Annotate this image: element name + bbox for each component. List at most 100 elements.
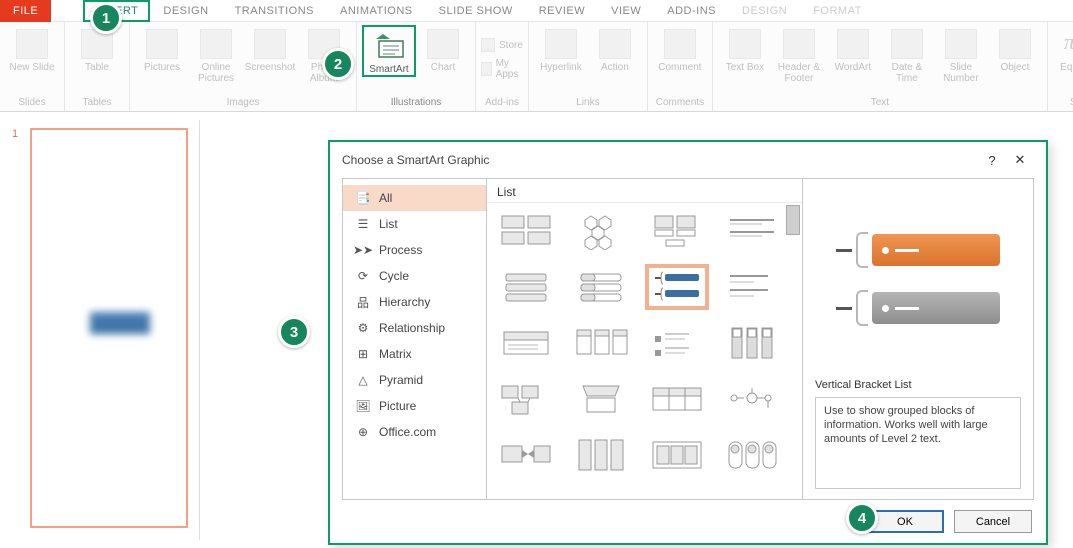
layout-segmented[interactable] (723, 379, 781, 419)
tab-addins[interactable]: ADD-INS (654, 0, 729, 22)
wordart-button[interactable]: WordArt (826, 25, 880, 73)
gallery: List (487, 179, 803, 499)
layout-opposing-arrows[interactable] (497, 435, 555, 475)
cat-hierarchy[interactable]: 品Hierarchy (343, 289, 486, 315)
header-footer-button[interactable]: Header & Footer (772, 25, 826, 84)
relationship-icon: ⚙ (355, 320, 371, 336)
smartart-icon (373, 31, 405, 61)
cycle-icon: ⟳ (355, 268, 371, 284)
help-button[interactable]: ? (978, 153, 1006, 168)
online-pictures-button[interactable]: Online Pictures (189, 25, 243, 84)
pictures-button[interactable]: Pictures (135, 25, 189, 73)
cat-matrix[interactable]: ⊞Matrix (343, 341, 486, 367)
layout-basic-block[interactable] (497, 211, 555, 251)
slide-thumbnail-rail: 1 (0, 120, 200, 540)
tab-format-contextual[interactable]: FORMAT (800, 0, 875, 22)
cat-pyramid[interactable]: △Pyramid (343, 367, 486, 393)
hyperlink-button[interactable]: Hyperlink (534, 25, 588, 73)
cat-cycle[interactable]: ⟳Cycle (343, 263, 486, 289)
cat-office[interactable]: ⊕Office.com (343, 419, 486, 445)
cat-list[interactable]: ☰List (343, 211, 486, 237)
tab-design-contextual[interactable]: DESIGN (729, 0, 800, 22)
group-label-links: Links (576, 97, 599, 111)
comment-button[interactable]: Comment (653, 25, 707, 73)
layout-bending-picture[interactable] (497, 379, 555, 419)
smartart-dialog: Choose a SmartArt Graphic ? ✕ 📑All ☰List… (328, 140, 1048, 545)
dialog-titlebar: Choose a SmartArt Graphic ? ✕ (330, 142, 1046, 178)
object-icon (999, 29, 1031, 59)
tab-transitions[interactable]: TRANSITIONS (222, 0, 327, 22)
layout-vertical-box[interactable] (497, 267, 555, 307)
cat-relationship[interactable]: ⚙Relationship (343, 315, 486, 341)
layout-tab-list[interactable] (572, 267, 630, 307)
table-button[interactable]: Table (70, 25, 124, 73)
dialog-title: Choose a SmartArt Graphic (342, 153, 489, 167)
slide-content-preview (90, 312, 150, 334)
tab-design[interactable]: DESIGN (150, 0, 221, 22)
tab-review[interactable]: REVIEW (526, 0, 598, 22)
preview-dash-icon (836, 307, 852, 310)
slidenumber-button[interactable]: Slide Number (934, 25, 988, 84)
preview-description: Use to show grouped blocks of informatio… (815, 397, 1021, 489)
screenshot-icon (254, 29, 286, 59)
comment-icon (664, 29, 696, 59)
ok-button[interactable]: OK (866, 510, 944, 533)
chart-button[interactable]: Chart (416, 25, 470, 73)
object-button[interactable]: Object (988, 25, 1042, 73)
layout-vertical-bracket-list[interactable] (648, 267, 706, 307)
hyperlink-icon (545, 29, 577, 59)
ribbon: New Slide Slides Table Tables Pictures O… (0, 22, 1073, 112)
group-label-illustrations: Illustrations (391, 97, 442, 111)
layout-hexagon[interactable] (572, 211, 630, 251)
action-button[interactable]: Action (588, 25, 642, 73)
gallery-scroll[interactable] (487, 203, 802, 499)
group-label-addins: Add-ins (485, 97, 519, 111)
layout-trapezoid[interactable] (572, 379, 630, 419)
group-slides: New Slide Slides (0, 22, 65, 111)
tab-animations[interactable]: ANIMATIONS (327, 0, 426, 22)
cat-picture[interactable]: 🖼Picture (343, 393, 486, 419)
smartart-button[interactable]: SmartArt (362, 25, 416, 77)
cancel-button[interactable]: Cancel (954, 510, 1032, 533)
screenshot-button[interactable]: Screenshot (243, 25, 297, 73)
slide-thumbnail[interactable] (30, 128, 188, 528)
layout-pill[interactable] (723, 435, 781, 475)
hierarchy-icon: 品 (355, 294, 371, 310)
group-illustrations: SmartArt Chart Illustrations (357, 22, 476, 111)
tab-view[interactable]: VIEW (598, 0, 654, 22)
datetime-button[interactable]: Date & Time (880, 25, 934, 84)
new-slide-button[interactable]: New Slide (5, 25, 59, 73)
equation-button[interactable]: πEquation (1053, 25, 1073, 73)
layout-vertical-block[interactable] (572, 435, 630, 475)
layout-vertical-picture[interactable] (723, 323, 781, 363)
layout-lined-list[interactable] (723, 211, 781, 251)
matrix-icon: ⊞ (355, 346, 371, 362)
cat-process[interactable]: ➤➤Process (343, 237, 486, 263)
textbox-button[interactable]: Text Box (718, 25, 772, 73)
layout-table-list[interactable] (648, 379, 706, 419)
layout-varying-width[interactable] (723, 267, 781, 307)
preview-bar-2 (872, 292, 1000, 324)
tab-home-hidden[interactable] (51, 0, 83, 22)
layout-stacked[interactable] (497, 323, 555, 363)
group-links: Hyperlink Action Links (529, 22, 648, 111)
group-label-comments: Comments (656, 97, 704, 111)
wordart-icon (837, 29, 869, 59)
close-button[interactable]: ✕ (1006, 152, 1034, 168)
layout-grouped[interactable] (648, 435, 706, 475)
myapps-button[interactable]: My Apps (481, 58, 523, 80)
preview-bar-1 (872, 234, 1000, 266)
layout-square-accent[interactable] (648, 323, 706, 363)
layout-picture-caption[interactable] (648, 211, 706, 251)
callout-2: 2 (322, 48, 354, 80)
cat-all[interactable]: 📑All (343, 185, 486, 211)
store-button[interactable]: Store (481, 38, 523, 52)
tab-slideshow[interactable]: SLIDE SHOW (426, 0, 526, 22)
tab-file[interactable]: FILE (0, 0, 51, 22)
office-icon: ⊕ (355, 424, 371, 440)
tab-strip: FILE INSERT DESIGN TRANSITIONS ANIMATION… (0, 0, 1073, 22)
picture-icon: 🖼 (355, 398, 371, 414)
layout-horizontal-bullet[interactable] (572, 323, 630, 363)
scrollbar-thumb[interactable] (786, 205, 800, 235)
preview-bracket-icon (856, 290, 868, 326)
